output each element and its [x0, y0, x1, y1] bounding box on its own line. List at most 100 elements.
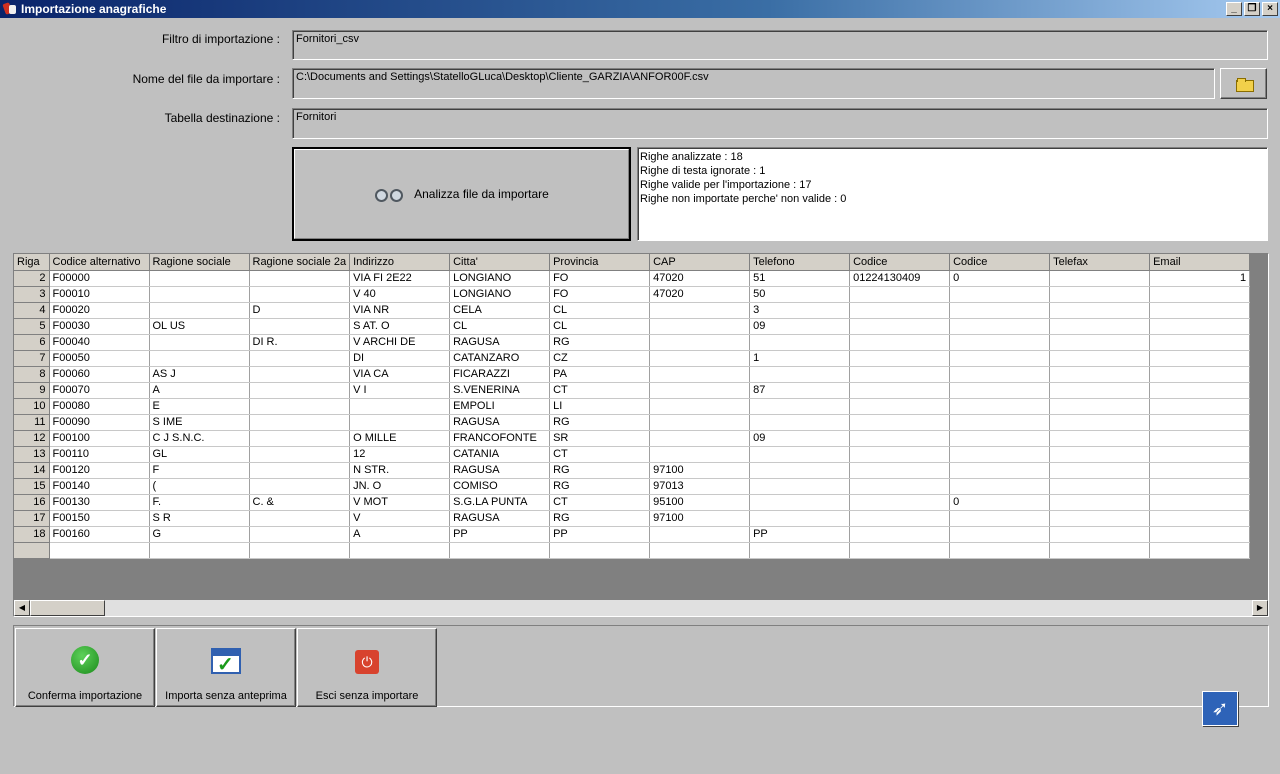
- table-cell[interactable]: [549, 542, 651, 559]
- table-cell[interactable]: [949, 366, 1051, 383]
- table-cell[interactable]: RG: [549, 510, 651, 527]
- table-cell[interactable]: [1149, 494, 1251, 511]
- table-row[interactable]: 6 F00040 DI R. V ARCHI DE RAGUSA RG: [14, 334, 1251, 351]
- table-cell[interactable]: [849, 542, 951, 559]
- table-cell[interactable]: [849, 286, 951, 303]
- table-cell[interactable]: [649, 398, 751, 415]
- data-grid[interactable]: Riga Codice alternativo Ragione sociale Rag…: [13, 253, 1269, 617]
- table-cell[interactable]: [249, 398, 351, 415]
- table-cell[interactable]: S.G.LA PUNTA: [449, 494, 551, 511]
- table-row[interactable]: 17 F00150 S R V RAGUSA RG 97100: [14, 510, 1251, 527]
- table-cell[interactable]: [1049, 270, 1151, 287]
- table-cell[interactable]: [349, 398, 451, 415]
- table-cell[interactable]: [1149, 350, 1251, 367]
- table-cell[interactable]: [249, 270, 351, 287]
- table-cell[interactable]: [249, 542, 351, 559]
- table-cell[interactable]: [649, 542, 751, 559]
- table-cell[interactable]: [1049, 462, 1151, 479]
- table-cell[interactable]: PP: [749, 526, 851, 543]
- table-cell[interactable]: [749, 542, 851, 559]
- table-cell[interactable]: FO: [549, 270, 651, 287]
- table-cell[interactable]: RG: [549, 414, 651, 431]
- table-cell[interactable]: CT: [549, 382, 651, 399]
- table-cell[interactable]: [749, 414, 851, 431]
- table-cell[interactable]: [849, 430, 951, 447]
- table-cell[interactable]: [1149, 318, 1251, 335]
- row-number[interactable]: 16: [14, 494, 50, 511]
- table-cell[interactable]: [1049, 382, 1151, 399]
- file-path-field[interactable]: C:\Documents and Settings\StatelloGLuca\…: [292, 68, 1215, 99]
- table-cell[interactable]: [14, 542, 50, 559]
- table-row[interactable]: 9 F00070 A V I S.VENERINA CT 87: [14, 382, 1251, 399]
- table-cell[interactable]: [1049, 446, 1151, 463]
- table-cell[interactable]: VIA NR: [349, 302, 451, 319]
- table-cell[interactable]: [149, 334, 250, 351]
- table-cell[interactable]: [1149, 462, 1251, 479]
- table-cell[interactable]: [1149, 446, 1251, 463]
- table-cell[interactable]: CL: [549, 302, 651, 319]
- table-cell[interactable]: [1049, 542, 1151, 559]
- table-cell[interactable]: CATANIA: [449, 446, 551, 463]
- table-cell[interactable]: [249, 510, 351, 527]
- table-cell[interactable]: [1149, 398, 1251, 415]
- table-cell[interactable]: [249, 430, 351, 447]
- filter-field[interactable]: Fornitori_csv: [292, 30, 1268, 60]
- table-row[interactable]: 10 F00080 E EMPOLI LI: [14, 398, 1251, 415]
- table-cell[interactable]: VIA CA: [349, 366, 451, 383]
- column-header[interactable]: Codice: [849, 254, 951, 271]
- column-header[interactable]: Citta': [449, 254, 551, 271]
- table-cell[interactable]: 47020: [649, 270, 751, 287]
- row-number[interactable]: 5: [14, 318, 50, 335]
- table-cell[interactable]: RG: [549, 478, 651, 495]
- table-cell[interactable]: G: [149, 526, 250, 543]
- table-cell[interactable]: 09: [749, 318, 851, 335]
- table-cell[interactable]: F00040: [49, 334, 150, 351]
- table-cell[interactable]: [1149, 478, 1251, 495]
- restore-button[interactable]: ❐: [1244, 2, 1260, 16]
- table-cell[interactable]: [249, 414, 351, 431]
- table-cell[interactable]: [1049, 286, 1151, 303]
- table-cell[interactable]: 51: [749, 270, 851, 287]
- table-cell[interactable]: N STR.: [349, 462, 451, 479]
- table-cell[interactable]: [1149, 286, 1251, 303]
- table-cell[interactable]: S AT. O: [349, 318, 451, 335]
- table-cell[interactable]: [949, 446, 1051, 463]
- table-cell[interactable]: F00100: [49, 430, 150, 447]
- table-cell[interactable]: F00110: [49, 446, 150, 463]
- table-cell[interactable]: F00150: [49, 510, 150, 527]
- table-cell[interactable]: FO: [549, 286, 651, 303]
- close-button[interactable]: ×: [1262, 2, 1278, 16]
- table-cell[interactable]: [849, 526, 951, 543]
- table-cell[interactable]: [849, 462, 951, 479]
- table-cell[interactable]: [949, 318, 1051, 335]
- table-cell[interactable]: F00000: [49, 270, 150, 287]
- table-cell[interactable]: F00130: [49, 494, 150, 511]
- browse-button[interactable]: [1220, 68, 1267, 99]
- table-cell[interactable]: F00070: [49, 382, 150, 399]
- table-cell[interactable]: [1049, 398, 1151, 415]
- table-row[interactable]: 5 F00030 OL US S AT. O CL CL 09: [14, 318, 1251, 335]
- table-cell[interactable]: [849, 366, 951, 383]
- table-cell[interactable]: S R: [149, 510, 250, 527]
- horizontal-scrollbar[interactable]: ◀ ▶: [14, 600, 1268, 616]
- table-cell[interactable]: V MOT: [349, 494, 451, 511]
- table-cell[interactable]: A: [149, 382, 250, 399]
- table-cell[interactable]: [1049, 430, 1151, 447]
- table-cell[interactable]: [649, 446, 751, 463]
- table-cell[interactable]: [249, 318, 351, 335]
- row-number[interactable]: 7: [14, 350, 50, 367]
- table-cell[interactable]: [249, 366, 351, 383]
- table-cell[interactable]: E: [149, 398, 250, 415]
- table-cell[interactable]: [149, 542, 250, 559]
- column-header[interactable]: Provincia: [549, 254, 651, 271]
- table-cell[interactable]: SR: [549, 430, 651, 447]
- column-header[interactable]: Codice: [949, 254, 1051, 271]
- row-number[interactable]: 18: [14, 526, 50, 543]
- table-cell[interactable]: [849, 398, 951, 415]
- table-cell[interactable]: [649, 302, 751, 319]
- table-cell[interactable]: [849, 382, 951, 399]
- column-header[interactable]: Telefax: [1049, 254, 1151, 271]
- import-no-preview-button[interactable]: ✓ Importa senza anteprima: [156, 628, 296, 707]
- column-header[interactable]: Ragione sociale 2a: [249, 254, 351, 271]
- table-cell[interactable]: [1049, 334, 1151, 351]
